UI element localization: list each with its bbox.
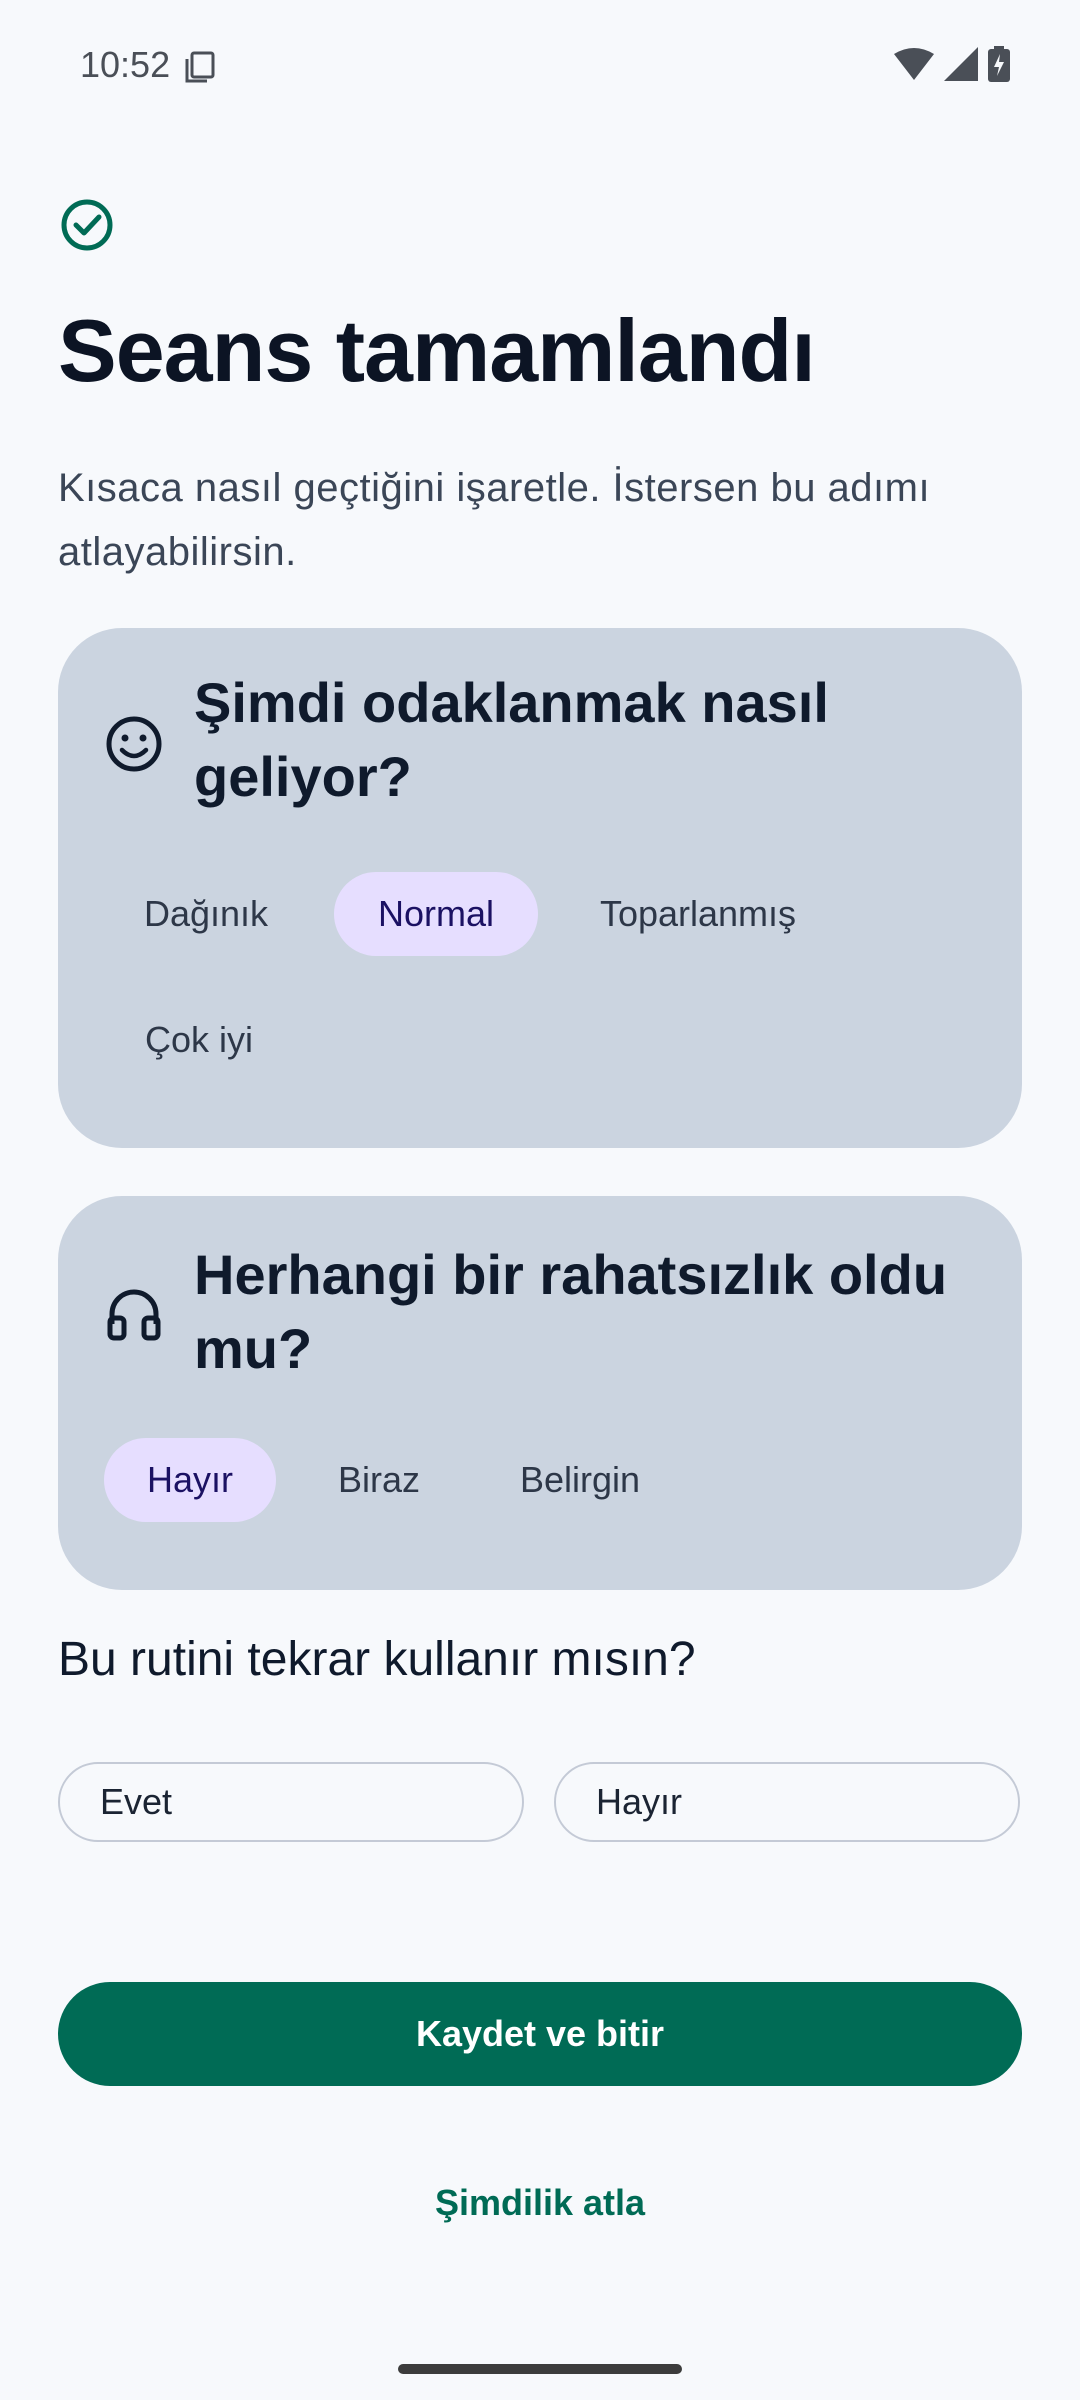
distraction-option-biraz[interactable]: Biraz xyxy=(304,1438,454,1522)
reuse-yes-button[interactable]: Evet xyxy=(58,1762,524,1842)
status-time: 10:52 xyxy=(80,44,171,85)
page-subtitle: Kısaca nasıl geçtiğini işaretle. İsterse… xyxy=(58,466,931,574)
distraction-question: Herhangi bir rahatsızlık oldu mu? xyxy=(194,1243,948,1380)
focus-option-daginik[interactable]: Dağınık xyxy=(106,872,306,956)
status-icons xyxy=(894,46,1010,82)
skip-button[interactable]: Şimdilik atla xyxy=(0,2182,1080,2224)
focus-question: Şimdi odaklanmak nasıl geliyor? xyxy=(194,671,829,808)
focus-option-normal[interactable]: Normal xyxy=(334,872,538,956)
distraction-option-belirgin[interactable]: Belirgin xyxy=(482,1438,678,1522)
save-finish-button[interactable]: Kaydet ve bitir xyxy=(58,1982,1022,2086)
focus-option-cok-iyi[interactable]: Çok iyi xyxy=(106,998,292,1082)
reuse-no-button[interactable]: Hayır xyxy=(554,1762,1020,1842)
screen-copy-icon xyxy=(185,51,215,83)
focus-option-toparlanmis[interactable]: Toparlanmış xyxy=(566,872,830,956)
home-indicator[interactable] xyxy=(398,2364,682,2374)
page-title: Seans tamamlandı xyxy=(58,301,816,400)
reuse-question: Bu rutini tekrar kullanır mısın? xyxy=(58,1633,696,1686)
check-circle-icon xyxy=(61,199,113,251)
smiley-icon xyxy=(106,716,162,772)
focus-card: Şimdi odaklanmak nasıl geliyor? Dağınık … xyxy=(58,628,1022,1148)
battery-icon xyxy=(988,46,1010,82)
status-bar: 10:52 xyxy=(0,0,1080,134)
wifi-icon xyxy=(894,48,934,80)
distraction-card: Herhangi bir rahatsızlık oldu mu? Hayır … xyxy=(58,1196,1022,1590)
distraction-option-hayir[interactable]: Hayır xyxy=(104,1438,276,1522)
signal-icon xyxy=(944,47,978,81)
headphones-icon xyxy=(107,1289,161,1341)
